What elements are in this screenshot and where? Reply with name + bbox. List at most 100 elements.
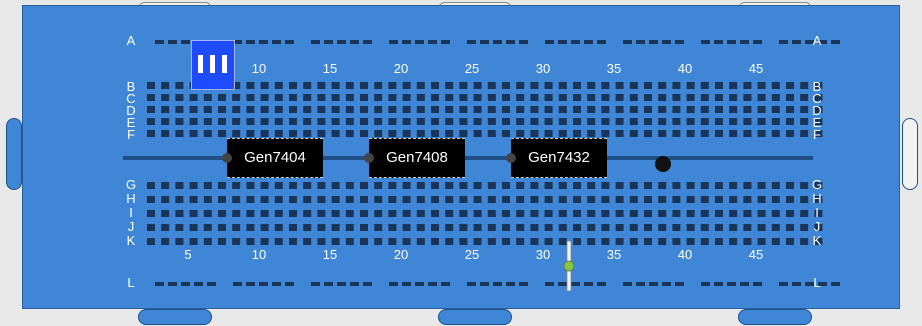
power-rail-hole-top[interactable] <box>155 40 164 44</box>
terminal-hole[interactable] <box>516 82 525 89</box>
terminal-hole[interactable] <box>416 196 425 203</box>
terminal-hole[interactable] <box>786 238 794 245</box>
power-rail-hole-bottom[interactable] <box>727 282 736 286</box>
terminal-hole[interactable] <box>374 238 383 245</box>
terminal-hole[interactable] <box>587 118 596 125</box>
terminal-hole[interactable] <box>331 130 340 137</box>
terminal-hole[interactable] <box>416 224 425 231</box>
terminal-hole[interactable] <box>260 130 269 137</box>
power-rail-hole-bottom[interactable] <box>155 282 164 286</box>
terminal-hole[interactable] <box>757 106 766 113</box>
terminal-hole[interactable] <box>487 82 496 89</box>
terminal-hole[interactable] <box>757 224 766 231</box>
terminal-hole[interactable] <box>303 94 312 101</box>
terminal-hole[interactable] <box>175 82 184 89</box>
terminal-hole[interactable] <box>672 196 681 203</box>
power-rail-hole-top[interactable] <box>649 40 658 44</box>
terminal-hole[interactable] <box>558 196 567 203</box>
terminal-hole[interactable] <box>715 238 723 245</box>
terminal-hole[interactable] <box>715 106 723 113</box>
terminal-hole[interactable] <box>416 182 425 189</box>
terminal-hole[interactable] <box>686 224 695 231</box>
terminal-hole[interactable] <box>246 238 255 245</box>
terminal-hole[interactable] <box>771 238 780 245</box>
terminal-hole[interactable] <box>573 130 581 137</box>
probe-icon[interactable] <box>655 156 671 172</box>
terminal-hole[interactable] <box>516 196 525 203</box>
terminal-hole[interactable] <box>601 196 610 203</box>
power-rail-hole-bottom[interactable] <box>337 282 346 286</box>
terminal-hole[interactable] <box>331 106 340 113</box>
terminal-hole[interactable] <box>274 182 283 189</box>
power-rail-hole-top[interactable] <box>311 40 320 44</box>
terminal-hole[interactable] <box>601 130 610 137</box>
terminal-hole[interactable] <box>289 210 297 217</box>
terminal-hole[interactable] <box>388 224 397 231</box>
terminal-hole[interactable] <box>388 210 397 217</box>
terminal-hole[interactable] <box>715 224 723 231</box>
terminal-hole[interactable] <box>786 82 794 89</box>
terminal-hole[interactable] <box>686 82 695 89</box>
terminal-hole[interactable] <box>729 118 738 125</box>
terminal-hole[interactable] <box>260 82 269 89</box>
power-rail-hole-top[interactable] <box>272 40 281 44</box>
terminal-hole[interactable] <box>502 224 510 231</box>
terminal-hole[interactable] <box>700 106 709 113</box>
terminal-hole[interactable] <box>374 196 383 203</box>
terminal-hole[interactable] <box>203 196 212 203</box>
terminal-hole[interactable] <box>260 118 269 125</box>
terminal-hole[interactable] <box>175 210 184 217</box>
terminal-hole[interactable] <box>800 106 809 113</box>
terminal-hole[interactable] <box>218 106 226 113</box>
terminal-hole[interactable] <box>189 238 198 245</box>
terminal-hole[interactable] <box>615 182 624 189</box>
terminal-hole[interactable] <box>459 94 468 101</box>
power-rail-hole-bottom[interactable] <box>701 282 710 286</box>
terminal-hole[interactable] <box>771 94 780 101</box>
terminal-hole[interactable] <box>459 238 468 245</box>
terminal-hole[interactable] <box>544 94 553 101</box>
terminal-hole[interactable] <box>786 210 794 217</box>
power-rail-hole-top[interactable] <box>246 40 255 44</box>
terminal-hole[interactable] <box>757 118 766 125</box>
terminal-hole[interactable] <box>771 82 780 89</box>
terminal-hole[interactable] <box>729 94 738 101</box>
terminal-hole[interactable] <box>317 118 326 125</box>
terminal-hole[interactable] <box>388 238 397 245</box>
terminal-hole[interactable] <box>757 182 766 189</box>
terminal-hole[interactable] <box>615 224 624 231</box>
terminal-hole[interactable] <box>431 238 439 245</box>
terminal-hole[interactable] <box>601 82 610 89</box>
terminal-hole[interactable] <box>232 224 241 231</box>
terminal-hole[interactable] <box>587 182 596 189</box>
power-rail-hole-top[interactable] <box>402 40 411 44</box>
power-rail-hole-top[interactable] <box>415 40 424 44</box>
terminal-hole[interactable] <box>573 118 581 125</box>
terminal-hole[interactable] <box>658 106 667 113</box>
terminal-hole[interactable] <box>431 196 439 203</box>
power-rail-hole-bottom[interactable] <box>779 282 788 286</box>
power-rail-hole-top[interactable] <box>389 40 398 44</box>
terminal-hole[interactable] <box>516 224 525 231</box>
terminal-hole[interactable] <box>629 182 638 189</box>
terminal-hole[interactable] <box>644 118 652 125</box>
terminal-hole[interactable] <box>573 106 581 113</box>
terminal-hole[interactable] <box>786 130 794 137</box>
terminal-hole[interactable] <box>374 130 383 137</box>
terminal-hole[interactable] <box>360 94 368 101</box>
terminal-hole[interactable] <box>686 182 695 189</box>
terminal-hole[interactable] <box>658 196 667 203</box>
terminal-hole[interactable] <box>672 130 681 137</box>
terminal-hole[interactable] <box>715 130 723 137</box>
terminal-hole[interactable] <box>459 196 468 203</box>
terminal-hole[interactable] <box>246 118 255 125</box>
terminal-hole[interactable] <box>445 130 454 137</box>
terminal-hole[interactable] <box>317 182 326 189</box>
terminal-hole[interactable] <box>303 224 312 231</box>
terminal-hole[interactable] <box>800 238 809 245</box>
power-rail-hole-bottom[interactable] <box>740 282 749 286</box>
terminal-hole[interactable] <box>615 106 624 113</box>
terminal-hole[interactable] <box>473 82 482 89</box>
terminal-hole[interactable] <box>374 224 383 231</box>
power-rail-hole-top[interactable] <box>701 40 710 44</box>
